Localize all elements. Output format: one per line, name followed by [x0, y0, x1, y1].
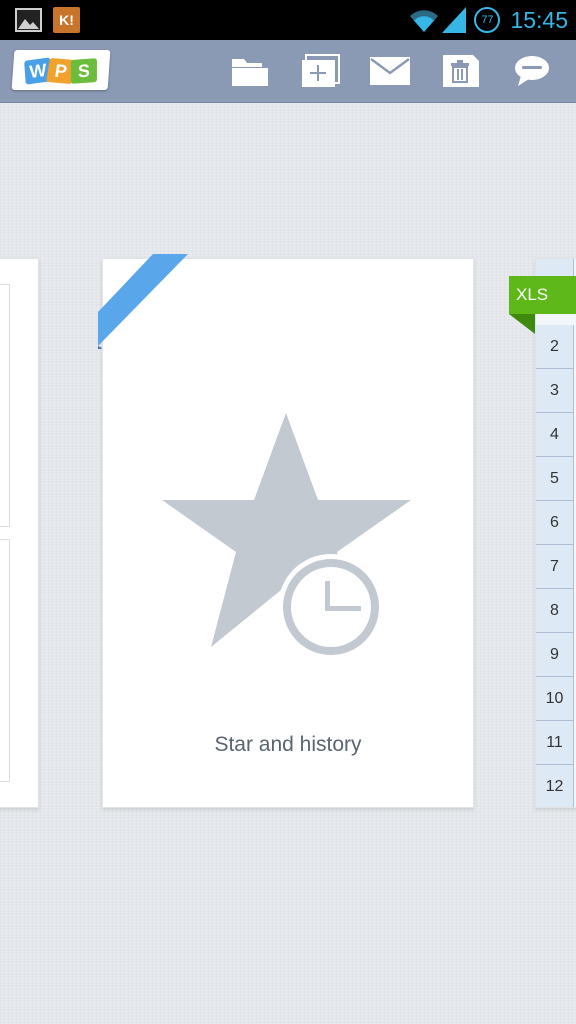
delete-button[interactable]: [439, 52, 483, 90]
gallery-notification-icon: [15, 8, 42, 32]
row-number: 3: [536, 369, 574, 413]
chat-bubble-icon: [515, 56, 549, 86]
row-number: 8: [536, 589, 574, 633]
feedback-button[interactable]: [510, 52, 554, 90]
card-label: Star and history: [214, 733, 362, 756]
row-number: 6: [536, 501, 574, 545]
wifi-icon: [410, 10, 439, 32]
row-number: 2: [536, 325, 574, 369]
new-document-button[interactable]: [298, 52, 342, 90]
row-number: 9: [536, 633, 574, 677]
new-document-icon: [302, 54, 340, 87]
row-number: 12: [536, 765, 574, 807]
logo-letter-s: S: [70, 58, 97, 84]
page-thumbnail: [0, 539, 10, 782]
page-thumbnail: [0, 284, 10, 527]
card-next-spreadsheet[interactable]: 2 3 4 5 6 7 8 9 10 11 12: [535, 258, 576, 808]
row-number: 4: [536, 413, 574, 457]
star-clock-icon: [162, 413, 411, 659]
signal-icon: [442, 7, 467, 33]
status-bar: K! 77 15:45: [0, 0, 576, 40]
battery-icon: 77: [474, 7, 501, 33]
mail-button[interactable]: [368, 52, 412, 90]
card-previous[interactable]: [0, 258, 39, 808]
mail-icon: [370, 57, 410, 85]
star-and-history-card[interactable]: Star and history: [98, 254, 474, 808]
row-number: 7: [536, 545, 574, 589]
row-number: 10: [536, 677, 574, 721]
app-toolbar: W P S: [0, 40, 576, 103]
wps-logo[interactable]: W P S: [11, 50, 111, 90]
row-number: 5: [536, 457, 574, 501]
trash-icon: [443, 55, 479, 87]
row-number: 11: [536, 721, 574, 765]
xls-badge: XLS: [509, 276, 576, 314]
clock: 15:45: [510, 6, 568, 33]
app-notification-icon: K!: [53, 7, 80, 33]
open-folder-button[interactable]: [228, 52, 272, 90]
folder-icon: [232, 59, 268, 86]
xls-badge-fold: [509, 314, 535, 334]
corner-ribbon: [98, 254, 188, 349]
